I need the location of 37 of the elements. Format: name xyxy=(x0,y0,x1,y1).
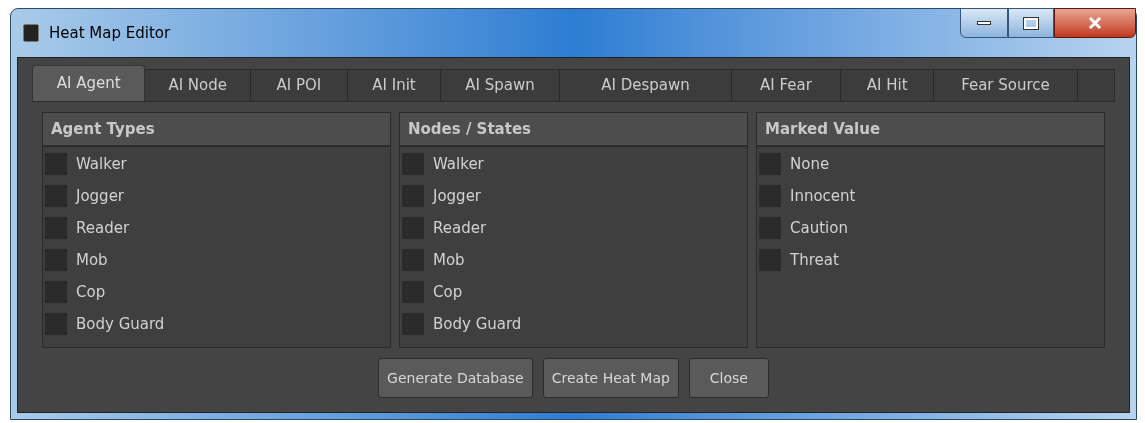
panel-header: Agent Types xyxy=(43,113,390,147)
checkbox-label: Jogger xyxy=(433,185,482,207)
checkbox-label: Mob xyxy=(433,249,465,271)
tab[interactable]: AI Fear xyxy=(732,69,841,101)
panel-header: Marked Value xyxy=(757,113,1104,147)
checkbox-label: Reader xyxy=(433,217,487,239)
checkbox-label: Reader xyxy=(76,217,130,239)
tab[interactable]: AI Hit xyxy=(840,69,935,101)
checkbox-label: None xyxy=(790,153,830,175)
app-icon xyxy=(23,24,39,42)
checkbox-label: Walker xyxy=(76,153,127,175)
maximize-button[interactable] xyxy=(1008,8,1054,38)
checkbox-label: Jogger xyxy=(76,185,125,207)
action-button[interactable]: Close xyxy=(688,358,769,398)
checkbox-label: Cop xyxy=(76,281,106,303)
tab[interactable]: AI POI xyxy=(250,69,348,101)
tab[interactable]: Fear Source xyxy=(934,69,1078,101)
checkbox-label: Cop xyxy=(433,281,463,303)
close-button[interactable] xyxy=(1054,8,1136,38)
checkbox-label: Body Guard xyxy=(433,313,522,335)
checkbox-label: Walker xyxy=(433,153,484,175)
tab[interactable]: AI Init xyxy=(347,69,442,101)
checkbox-label: Caution xyxy=(790,217,848,239)
tab[interactable]: AI Agent xyxy=(32,65,146,101)
close-icon xyxy=(1088,17,1102,29)
tab[interactable]: AI Spawn xyxy=(441,69,560,101)
action-button[interactable]: Generate Database xyxy=(378,358,533,398)
tab[interactable]: AI Despawn xyxy=(559,69,733,101)
minimize-button[interactable] xyxy=(960,8,1008,38)
checkbox-label: Innocent xyxy=(790,185,856,207)
tab[interactable]: AI Node xyxy=(145,69,251,101)
action-button[interactable]: Create Heat Map xyxy=(542,358,679,398)
panel-header: Nodes / States xyxy=(400,113,747,147)
checkbox-label: Mob xyxy=(76,249,108,271)
window-title: Heat Map Editor xyxy=(49,22,171,44)
checkbox-label: Threat xyxy=(790,249,839,271)
checkbox-label: Body Guard xyxy=(76,313,165,335)
